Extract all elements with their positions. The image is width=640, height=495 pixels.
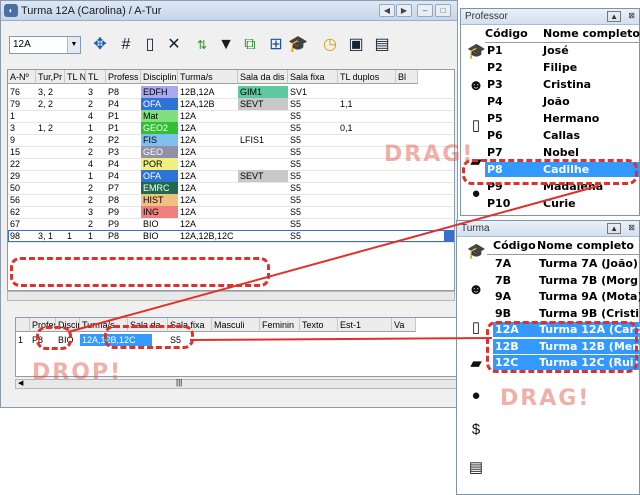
highlight-drop-teacher (36, 326, 72, 350)
highlight-drop-classes (104, 325, 194, 349)
drop-label: DROP! (32, 360, 123, 385)
highlight-professor-row (462, 159, 638, 185)
drag-label-turma: DRAG! (500, 386, 591, 411)
drag-label-professor: DRAG! (384, 142, 475, 167)
highlight-lesson-row (10, 257, 270, 287)
highlight-turma-rows (486, 321, 638, 373)
annotation-overlay (67, 185, 599, 341)
drag-line-turma (189, 337, 493, 341)
